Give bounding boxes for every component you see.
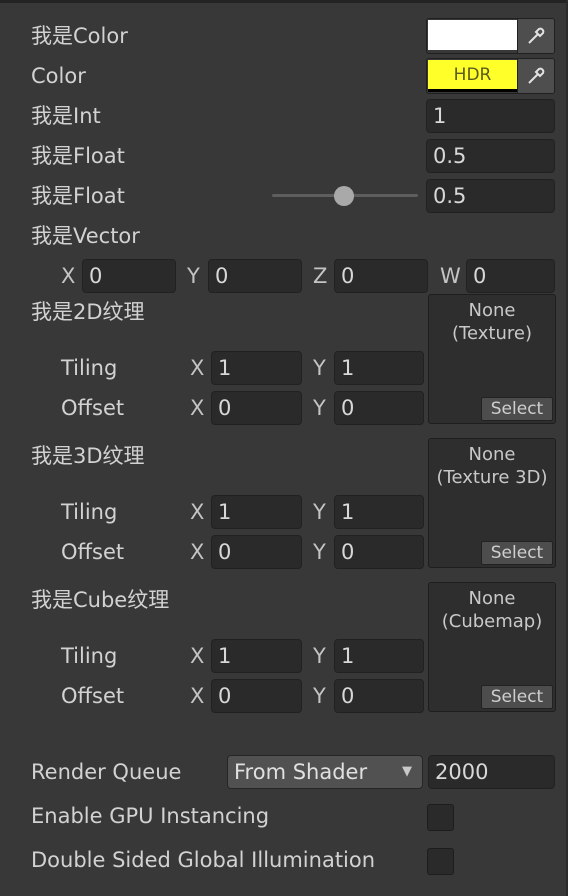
offset-x-input[interactable]: 0 — [211, 679, 302, 713]
offset-x-axis: X — [190, 540, 205, 564]
vector-x-axis: X — [61, 264, 76, 288]
offset-y-input[interactable]: 0 — [334, 391, 424, 425]
gpu-instancing-checkbox[interactable] — [427, 804, 454, 831]
render-queue-mode: From Shader — [234, 760, 368, 784]
texture-3d-name: None — [468, 444, 516, 465]
float-label: 我是Float — [31, 144, 125, 168]
hdr-color-field[interactable]: HDR — [426, 58, 555, 94]
offset-label: Offset — [61, 540, 125, 564]
texture-2d-type: (Texture) — [452, 323, 532, 344]
hdr-color-swatch[interactable]: HDR — [428, 60, 517, 90]
color-swatch[interactable] — [428, 20, 517, 50]
tiling-x-input[interactable]: 1 — [211, 351, 302, 385]
color-field[interactable] — [426, 18, 555, 54]
vector-y-input[interactable]: 0 — [208, 259, 302, 293]
tiling-x-axis: X — [190, 500, 205, 524]
vector-w-input[interactable]: 0 — [466, 259, 555, 293]
offset-y-axis: Y — [313, 684, 326, 708]
vector-y-axis: Y — [187, 264, 200, 288]
alpha-bar — [428, 89, 517, 92]
render-queue-label: Render Queue — [31, 760, 182, 784]
vector-z-axis: Z — [313, 264, 328, 288]
texture-2d-select-button[interactable]: Select — [481, 397, 553, 421]
texture-cube-slot[interactable]: None (Cubemap) Select — [428, 582, 556, 712]
render-queue-input[interactable]: 2000 — [428, 755, 555, 789]
double-sided-gi-checkbox[interactable] — [427, 848, 454, 875]
texture-2d-slot[interactable]: None (Texture) Select — [428, 294, 556, 424]
offset-x-axis: X — [190, 396, 205, 420]
texture-cube-label: 我是Cube纹理 — [31, 588, 170, 612]
triangle-down-icon: ▼ — [402, 764, 412, 779]
texture-2d-label: 我是2D纹理 — [31, 300, 145, 324]
tiling-y-axis: Y — [313, 500, 326, 524]
top-border — [0, 0, 568, 3]
vector-z-input[interactable]: 0 — [334, 259, 428, 293]
int-label: 我是Int — [31, 104, 101, 128]
vector-w-axis: W — [440, 264, 461, 288]
render-queue-dropdown[interactable]: From Shader ▼ — [227, 755, 423, 789]
texture-cube-select-button[interactable]: Select — [481, 685, 553, 709]
vector-label: 我是Vector — [31, 224, 140, 248]
double-sided-gi-label: Double Sided Global Illumination — [31, 848, 376, 872]
offset-y-input[interactable]: 0 — [334, 535, 424, 569]
tiling-y-axis: Y — [313, 644, 326, 668]
vector-x-input[interactable]: 0 — [82, 259, 176, 293]
tiling-x-input[interactable]: 1 — [211, 495, 302, 529]
slider-thumb[interactable] — [334, 186, 354, 206]
offset-x-axis: X — [190, 684, 205, 708]
offset-label: Offset — [61, 396, 125, 420]
texture-cube-name: None — [468, 588, 516, 609]
tiling-label: Tiling — [61, 356, 118, 380]
eyedropper-icon[interactable] — [517, 59, 554, 93]
tiling-label: Tiling — [61, 644, 118, 668]
tiling-x-input[interactable]: 1 — [211, 639, 302, 673]
gpu-instancing-label: Enable GPU Instancing — [31, 804, 270, 828]
float-slider-label: 我是Float — [31, 184, 125, 208]
texture-cube-type: (Cubemap) — [441, 611, 543, 632]
color-label: 我是Color — [31, 24, 128, 48]
float-slider-input[interactable]: 0.5 — [426, 179, 555, 213]
tiling-y-axis: Y — [313, 356, 326, 380]
tiling-y-input[interactable]: 1 — [334, 495, 424, 529]
texture-2d-name: None — [468, 300, 516, 321]
offset-y-axis: Y — [313, 540, 326, 564]
offset-x-input[interactable]: 0 — [211, 535, 302, 569]
float-input[interactable]: 0.5 — [426, 139, 555, 173]
tiling-y-input[interactable]: 1 — [334, 351, 424, 385]
hdr-color-label: Color — [31, 64, 86, 88]
offset-y-input[interactable]: 0 — [334, 679, 424, 713]
texture-3d-label: 我是3D纹理 — [31, 444, 145, 468]
tiling-x-axis: X — [190, 644, 205, 668]
texture-3d-type: (Texture 3D) — [436, 467, 548, 488]
offset-label: Offset — [61, 684, 125, 708]
int-input[interactable]: 1 — [426, 99, 555, 133]
offset-x-input[interactable]: 0 — [211, 391, 302, 425]
tiling-x-axis: X — [190, 356, 205, 380]
offset-y-axis: Y — [313, 396, 326, 420]
texture-3d-slot[interactable]: None (Texture 3D) Select — [428, 438, 556, 568]
texture-3d-select-button[interactable]: Select — [481, 541, 553, 565]
tiling-y-input[interactable]: 1 — [334, 639, 424, 673]
eyedropper-icon[interactable] — [517, 19, 554, 53]
tiling-label: Tiling — [61, 500, 118, 524]
